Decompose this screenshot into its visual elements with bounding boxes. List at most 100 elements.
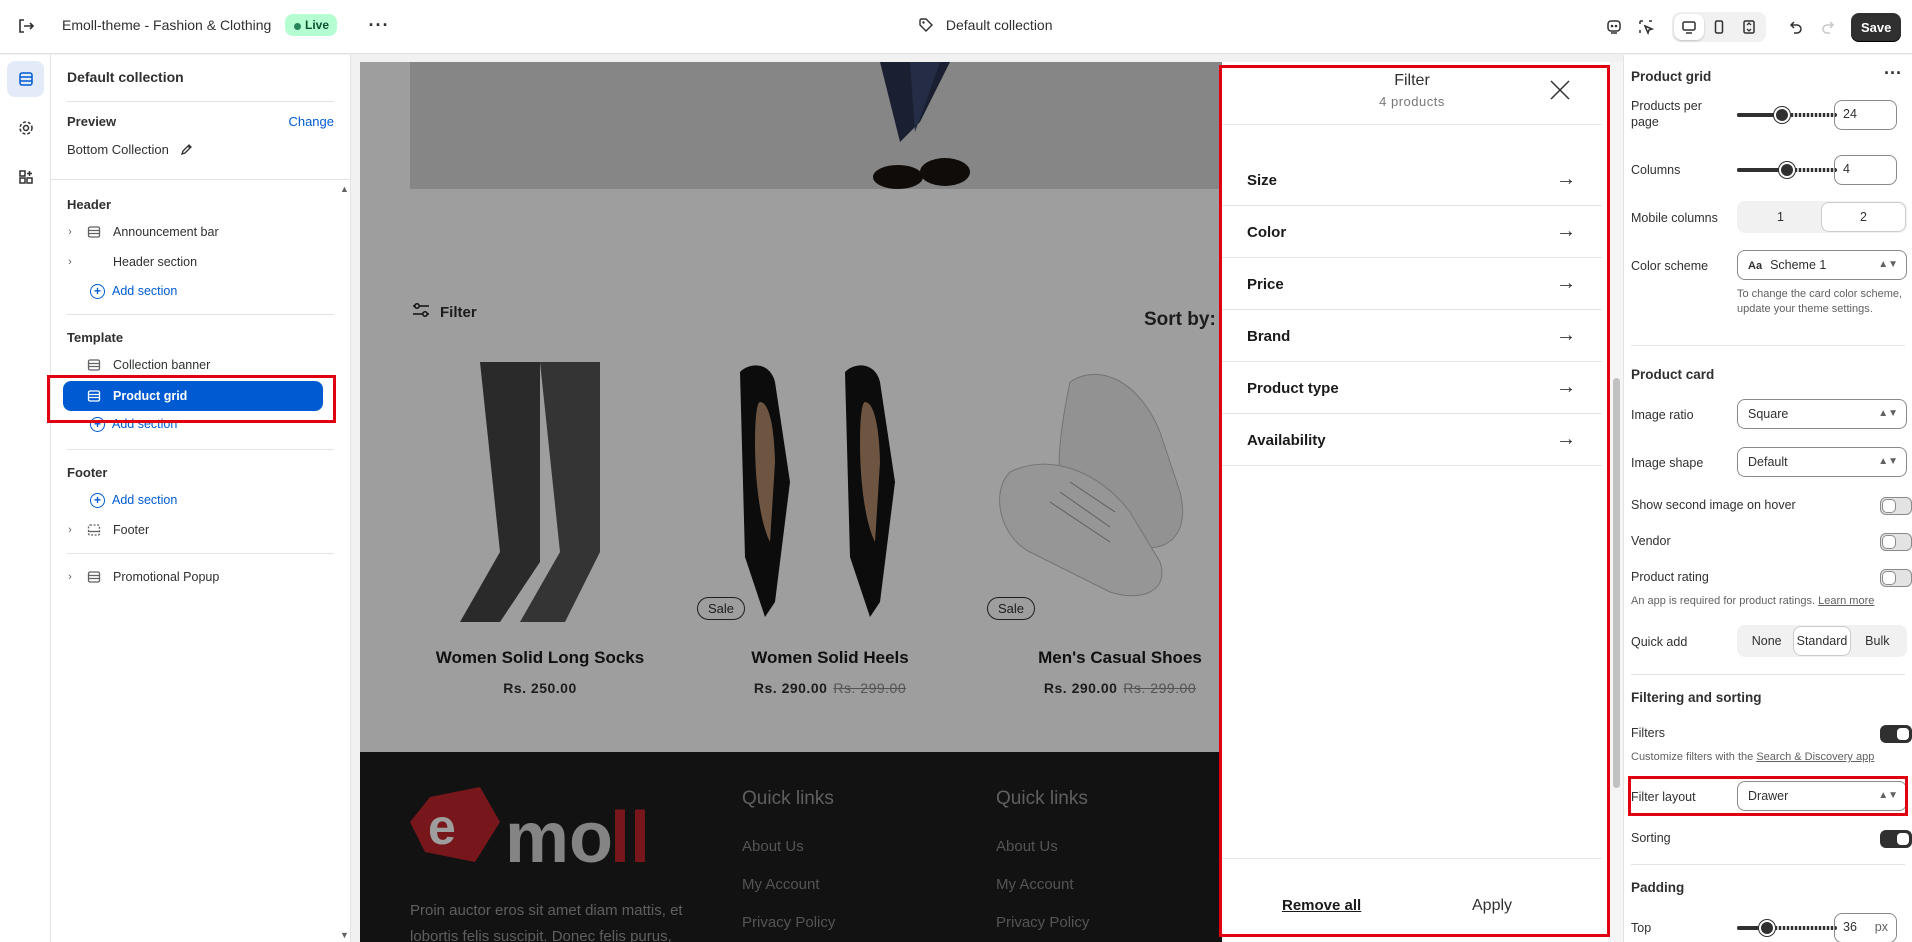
filter-option-color[interactable]: Color → [1222,206,1602,258]
chevron-right-icon[interactable]: › [63,524,77,536]
add-section-footer[interactable]: + Add section [63,486,335,514]
exit-icon[interactable] [14,14,38,38]
scrollbar-thumb[interactable] [1613,378,1620,788]
fullscreen-view-icon[interactable] [1734,14,1764,40]
second-image-toggle[interactable] [1880,497,1912,515]
products-per-page-slider[interactable] [1737,107,1837,123]
preview-value[interactable]: Bottom Collection [67,142,194,160]
divider [67,449,334,450]
chevron-right-icon[interactable]: › [63,226,77,238]
add-section-template[interactable]: + Add section [63,410,335,438]
plus-circle-icon: + [90,416,105,432]
columns-slider[interactable] [1737,162,1837,178]
columns-input[interactable]: 4 [1834,155,1897,185]
color-scheme-select[interactable]: Aa Scheme 1 ▲▼ [1737,250,1907,280]
add-section-header[interactable]: + Add section [63,277,335,305]
apply-button[interactable]: Apply [1472,897,1512,915]
chevron-right-icon[interactable]: › [63,571,77,583]
drawer-scrollbar[interactable] [1610,62,1623,942]
image-shape-label: Image shape [1631,456,1704,470]
filter-option-label: Product type [1247,380,1339,397]
padding-top-slider[interactable] [1737,920,1837,936]
change-preview-link[interactable]: Change [288,114,334,129]
tree-item-label: Promotional Popup [113,570,220,584]
color-scheme-help: To change the card color scheme, update … [1737,288,1903,315]
vendor-toggle[interactable] [1880,533,1912,551]
redo-icon[interactable] [1814,13,1842,41]
select-arrows-icon: ▲▼ [1878,259,1898,270]
filters-toggle[interactable] [1880,725,1912,743]
filter-option-product-type[interactable]: Product type → [1222,362,1602,414]
filter-option-availability[interactable]: Availability → [1222,414,1602,466]
tree-item-header-section[interactable]: › Header section [63,248,335,276]
undo-icon[interactable] [1782,13,1810,41]
scroll-down-icon[interactable]: ▼ [340,930,349,940]
left-rail [0,55,51,942]
select-cursor-icon[interactable] [1632,13,1660,41]
filter-option-label: Price [1247,276,1284,293]
quick-add-option[interactable]: Standard [1794,627,1850,655]
tree-item-promotional-popup[interactable]: › Promotional Popup [63,563,335,591]
image-shape-select[interactable]: Default ▲▼ [1737,447,1907,477]
drawer-product-count: 4 products [1379,94,1445,109]
theme-name[interactable]: Emoll-theme - Fashion & Clothing [62,17,271,33]
pencil-icon[interactable] [179,142,194,160]
filters-label: Filters [1631,726,1666,740]
sections-icon[interactable] [7,61,44,97]
slider-knob[interactable] [1759,920,1775,936]
more-options-icon[interactable]: ··· [1884,63,1902,84]
filter-option-brand[interactable]: Brand → [1222,310,1602,362]
product-rating-toggle[interactable] [1880,569,1912,587]
template-group-label: Template [67,330,124,345]
image-shape-value: Default [1748,455,1788,469]
save-button[interactable]: Save [1851,13,1902,42]
live-badge: Live [285,14,338,36]
filter-option-price[interactable]: Price → [1222,258,1602,310]
tree-item-collection-banner[interactable]: Collection banner [63,351,335,379]
remove-all-button[interactable]: Remove all [1282,897,1361,914]
section-icon [83,389,105,403]
chevron-right-icon[interactable]: › [63,256,77,268]
tree-item-label: Footer [113,523,150,537]
sorting-toggle[interactable] [1880,830,1912,848]
learn-more-link[interactable]: Learn more [1818,595,1874,607]
footer-section-icon [83,523,105,537]
tree-item-label: Product grid [113,389,188,403]
preview-collection-name: Bottom Collection [67,142,169,157]
drawer-overlay[interactable] [360,62,1222,942]
arrow-right-icon: → [1556,428,1576,450]
apps-icon[interactable] [7,159,44,195]
search-discovery-link[interactable]: Search & Discovery app [1756,751,1874,763]
mobile-columns-option[interactable]: 2 [1822,203,1905,231]
products-per-page-input[interactable]: 24 [1834,100,1897,130]
quick-add-option[interactable]: None [1739,627,1794,655]
sections-sidebar: Default collection Preview Change Bottom… [51,55,351,942]
tree-item-product-grid[interactable]: Product grid [63,381,323,411]
settings-gear-icon[interactable] [7,110,44,146]
padding-top-input[interactable]: 36 px [1834,913,1897,942]
close-icon[interactable] [1548,78,1572,102]
slider-knob[interactable] [1774,107,1790,123]
products-per-page-label: Products per page [1631,99,1702,129]
filter-option-size[interactable]: Size → [1222,154,1602,206]
mobile-columns-option[interactable]: 1 [1739,203,1822,231]
padding-heading: Padding [1631,880,1685,895]
filter-layout-select[interactable]: Drawer ▲▼ [1737,781,1907,811]
divider [67,314,334,315]
mobile-view-icon[interactable] [1704,14,1734,40]
inspector-icon[interactable] [1600,13,1628,41]
slider-knob[interactable] [1779,162,1795,178]
quick-add-option[interactable]: Bulk [1850,627,1905,655]
filter-option-label: Color [1247,224,1287,241]
desktop-view-icon[interactable] [1674,14,1704,40]
page-selector[interactable]: Default collection [918,17,1053,36]
more-actions-icon[interactable]: ··· [365,12,393,40]
arrow-right-icon: → [1556,324,1576,346]
tree-item-announcement-bar[interactable]: › Announcement bar [63,218,335,246]
add-section-label: Add section [112,417,178,431]
tree-item-footer[interactable]: › Footer [63,516,335,544]
image-ratio-select[interactable]: Square ▲▼ [1737,399,1907,429]
filter-option-label: Availability [1247,432,1326,449]
footer-group-label: Footer [67,465,108,480]
scroll-up-icon[interactable]: ▲ [340,184,349,194]
